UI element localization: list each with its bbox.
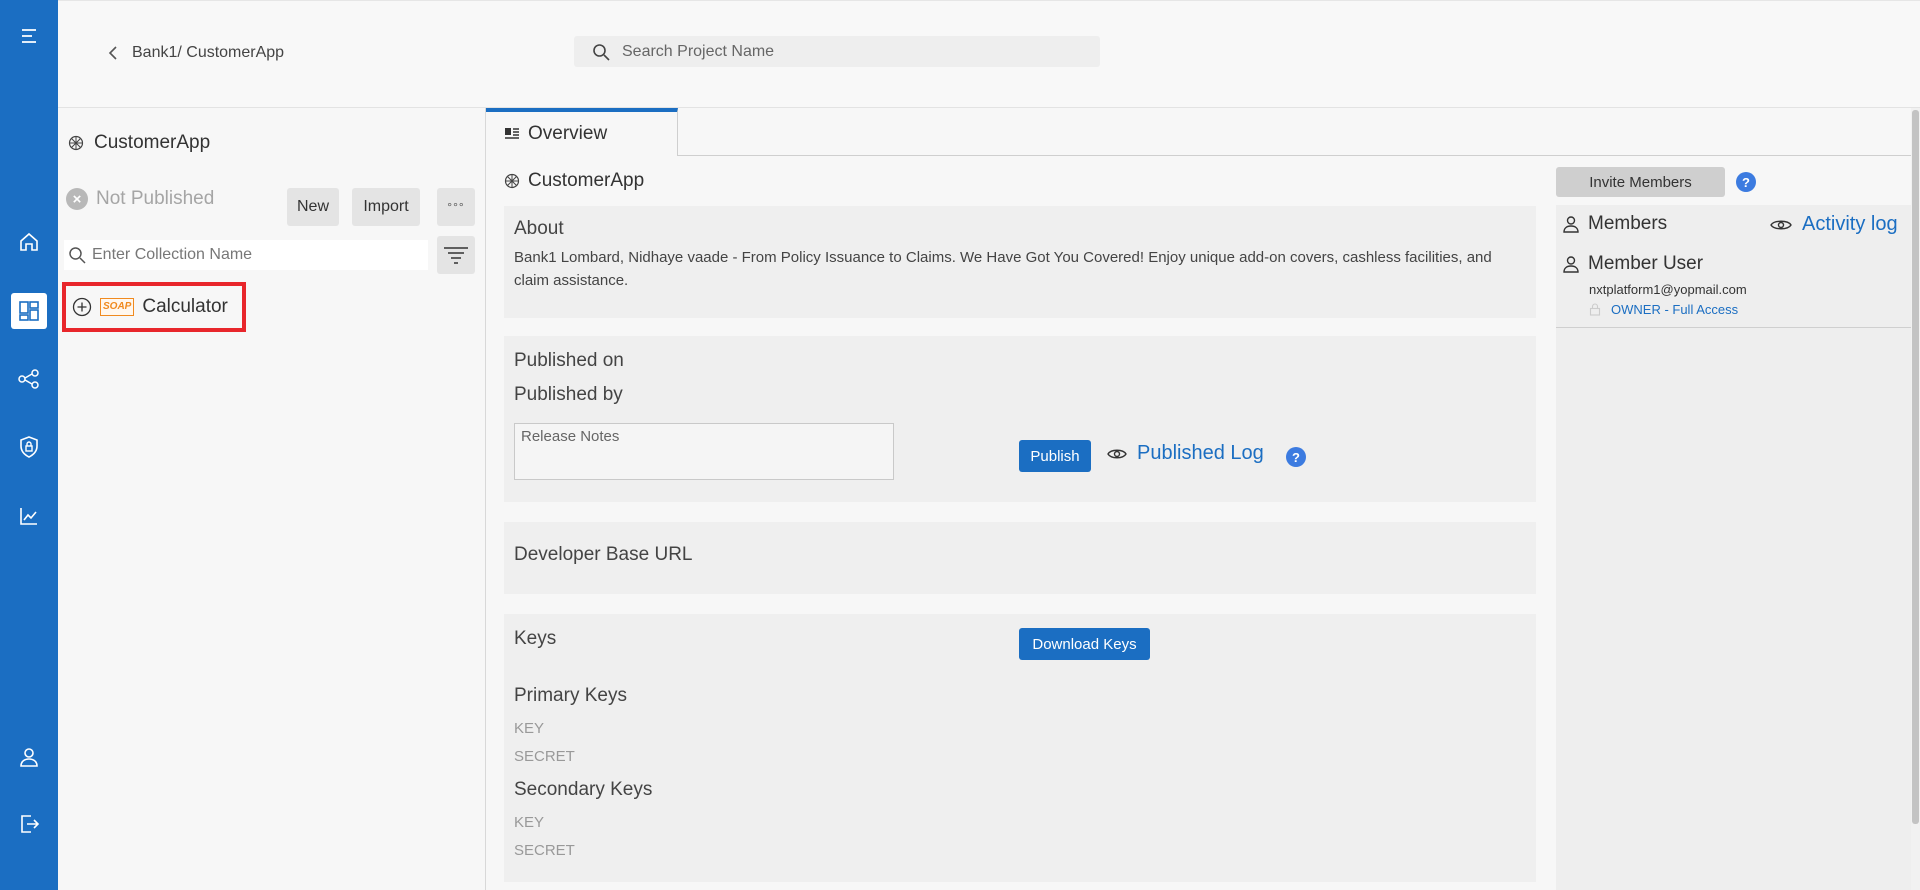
invite-members-button[interactable]: Invite Members xyxy=(1556,167,1725,197)
user-icon xyxy=(1562,215,1580,233)
member-role-text: OWNER - Full Access xyxy=(1611,302,1739,317)
tab-label[interactable]: Overview xyxy=(528,123,607,145)
app-title: CustomerApp xyxy=(68,132,210,154)
members-heading: Members xyxy=(1562,213,1667,235)
breadcrumb[interactable]: Bank1/ CustomerApp xyxy=(108,44,284,62)
member-email: nxtplatform1@yopmail.com xyxy=(1589,282,1747,297)
member-row: Member User xyxy=(1562,253,1703,275)
soap-badge: SOAP xyxy=(100,298,135,316)
filter-button[interactable] xyxy=(437,236,475,274)
user-icon xyxy=(1562,255,1580,273)
share-nodes-icon[interactable] xyxy=(11,361,47,397)
about-text: Bank1 Lombard, Nidhaye vaade - From Poli… xyxy=(514,249,1492,289)
member-name: Member User xyxy=(1588,253,1704,274)
dashboard-icon[interactable] xyxy=(11,293,47,329)
about-card: About Bank1 Lombard, Nidhaye vaade - Fro… xyxy=(504,206,1536,318)
home-icon[interactable] xyxy=(11,224,47,260)
member-divider xyxy=(1556,327,1911,328)
secondary-secret-label: SECRET xyxy=(514,842,575,859)
app-name: CustomerApp xyxy=(94,132,211,153)
about-heading: About xyxy=(514,218,564,239)
not-published-icon: × xyxy=(66,188,88,210)
secondary-key-label: KEY xyxy=(514,814,545,831)
keys-heading: Keys xyxy=(514,628,557,649)
expand-plus-icon[interactable] xyxy=(72,297,92,317)
analytics-icon[interactable] xyxy=(11,498,47,534)
download-keys-button[interactable]: Download Keys xyxy=(1019,628,1150,660)
page-title: CustomerApp xyxy=(504,170,644,192)
eye-icon xyxy=(1770,218,1792,232)
members-column: Invite Members ? Members Activity log Me… xyxy=(1556,108,1911,890)
published-on-label: Published on xyxy=(514,350,624,371)
search-icon xyxy=(68,246,86,264)
lock-icon xyxy=(1589,303,1601,316)
activity-log-label[interactable]: Activity log xyxy=(1802,213,1898,236)
search-input[interactable] xyxy=(622,42,1092,61)
overview-icon xyxy=(504,127,520,141)
publish-button[interactable]: Publish xyxy=(1019,440,1091,472)
primary-key-label: KEY xyxy=(514,720,545,737)
collection-label[interactable]: Calculator xyxy=(142,296,228,318)
new-button[interactable]: New xyxy=(287,188,339,226)
breadcrumb-text[interactable]: Bank1/ CustomerApp xyxy=(132,44,284,62)
shield-icon[interactable] xyxy=(11,429,47,465)
filter-icon xyxy=(443,245,469,265)
publish-status: × Not Published xyxy=(66,188,214,210)
status-text: Not Published xyxy=(96,188,215,209)
main-scrollbar[interactable] xyxy=(1911,108,1920,890)
scrollbar-thumb[interactable] xyxy=(1912,110,1919,824)
members-heading-text: Members xyxy=(1588,213,1668,234)
collection-search-input[interactable] xyxy=(92,246,422,264)
member-role: OWNER - Full Access xyxy=(1589,302,1738,317)
secondary-keys-heading: Secondary Keys xyxy=(514,779,653,800)
developer-card: Developer Base URL xyxy=(504,522,1536,594)
project-search[interactable] xyxy=(574,36,1100,67)
user-icon[interactable] xyxy=(11,739,47,775)
logout-icon[interactable] xyxy=(11,806,47,842)
eye-icon xyxy=(1107,447,1127,461)
tab-overview[interactable]: Overview xyxy=(486,108,678,156)
import-button[interactable]: Import xyxy=(352,188,420,226)
publish-card: Published on Published by Publish Publis… xyxy=(504,336,1536,502)
top-header: Bank1/ CustomerApp xyxy=(58,0,1920,108)
collection-search[interactable] xyxy=(64,240,428,270)
publish-help-icon[interactable]: ? xyxy=(1286,447,1306,467)
menu-icon[interactable] xyxy=(11,18,47,54)
main-content: Overview CustomerApp About Bank1 Lombard… xyxy=(486,108,1911,890)
published-log-link[interactable]: Published Log xyxy=(1107,442,1264,465)
activity-log-link[interactable]: Activity log xyxy=(1770,213,1898,236)
nav-rail xyxy=(0,0,58,890)
developer-url-label: Developer Base URL xyxy=(514,544,693,565)
collections-panel: CustomerApp × Not Published New Import °… xyxy=(58,108,545,890)
back-chevron-icon[interactable] xyxy=(108,45,118,61)
invite-help-icon[interactable]: ? xyxy=(1736,172,1756,192)
keys-card: Keys Download Keys Primary Keys KEY SECR… xyxy=(504,614,1536,882)
collection-item-calculator[interactable]: SOAP Calculator xyxy=(62,282,246,332)
primary-keys-heading: Primary Keys xyxy=(514,685,627,706)
more-options-button[interactable]: °°° xyxy=(437,188,475,226)
app-logo-icon xyxy=(68,135,84,151)
search-icon xyxy=(592,43,610,61)
release-notes-input[interactable] xyxy=(514,423,894,480)
published-by-label: Published by xyxy=(514,384,623,405)
primary-secret-label: SECRET xyxy=(514,748,575,765)
published-log-label[interactable]: Published Log xyxy=(1137,442,1264,465)
members-panel: Members Activity log Member User nxtplat… xyxy=(1556,205,1911,890)
page-title-text: CustomerApp xyxy=(528,170,645,191)
app-logo-icon xyxy=(504,173,520,189)
